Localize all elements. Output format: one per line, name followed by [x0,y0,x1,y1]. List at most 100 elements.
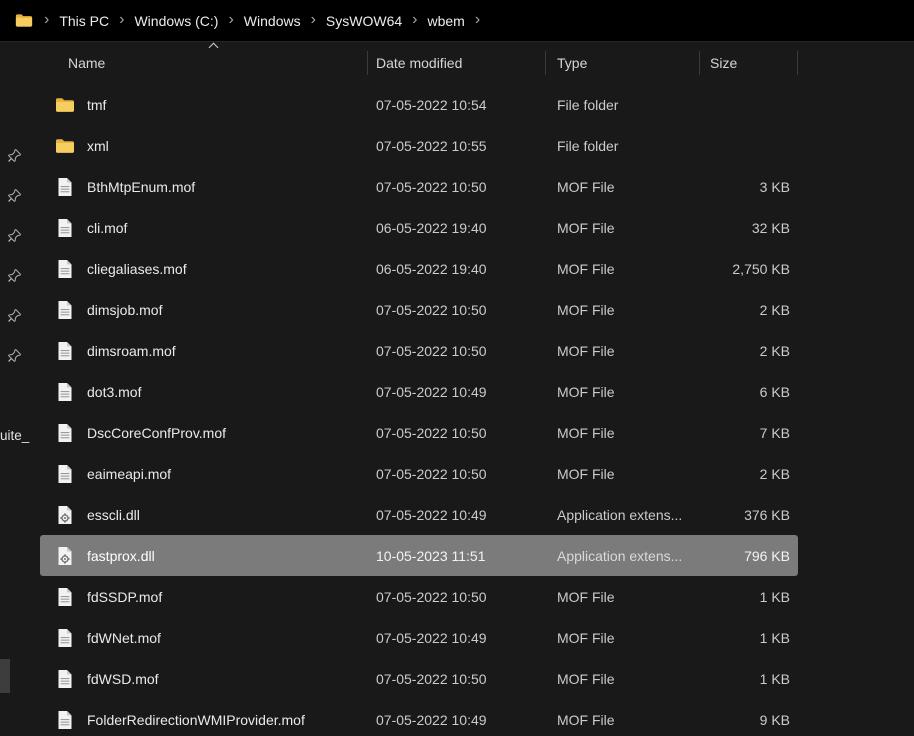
breadcrumb-bar: › This PC › Windows (C:) › Windows › SysWOW64 › w… [0,0,914,42]
file-size: 2 KB [700,330,798,371]
file-name: dimsjob.mof [87,302,162,318]
file-name: fdSSDP.mof [87,589,162,605]
mof-file-icon [55,177,75,197]
file-size: 6 KB [700,371,798,412]
sort-ascending-icon [209,43,219,53]
column-header-type[interactable]: Type [546,51,700,75]
file-size: 796 KB [700,535,798,576]
column-header-date-modified[interactable]: Date modified [368,51,546,75]
file-row[interactable]: DscCoreConfProv.mof 07-05-2022 10:50 MOF… [40,412,798,453]
file-row[interactable]: cli.mof 06-05-2022 19:40 MOF File 32 KB [40,207,798,248]
nav-selected-item-edge[interactable] [0,659,10,693]
file-row[interactable]: dot3.mof 07-05-2022 10:49 MOF File 6 KB [40,371,798,412]
file-size: 1 KB [700,576,798,617]
file-size [700,84,798,125]
chevron-right-icon[interactable]: › [44,12,49,28]
file-type: MOF File [546,330,700,371]
file-date-modified: 06-05-2022 19:40 [368,207,546,248]
breadcrumb: › This PC › Windows (C:) › Windows › SysWOW64 › w… [35,11,489,31]
breadcrumb-item[interactable]: Windows (C:) [133,11,219,31]
file-size: 2 KB [700,453,798,494]
breadcrumb-item[interactable]: SysWOW64 [325,11,403,31]
file-name: dimsroam.mof [87,343,176,359]
file-size: 3 KB [700,166,798,207]
navigation-pane-edge: uite_ [0,42,32,736]
file-size: 7 KB [700,412,798,453]
file-name: xml [87,138,109,154]
file-row[interactable]: fdWSD.mof 07-05-2022 10:50 MOF File 1 KB [40,658,798,699]
file-row[interactable]: fdWNet.mof 07-05-2022 10:49 MOF File 1 K… [40,617,798,658]
file-row[interactable]: dimsjob.mof 07-05-2022 10:50 MOF File 2 … [40,289,798,330]
column-header-type-label: Type [557,55,587,71]
mof-file-icon [55,382,75,402]
file-name: BthMtpEnum.mof [87,179,195,195]
column-header-name[interactable]: Name [40,51,368,75]
file-date-modified: 07-05-2022 10:50 [368,658,546,699]
file-row[interactable]: esscli.dll 07-05-2022 10:49 Application … [40,494,798,535]
pin-icon[interactable] [8,149,21,162]
file-row[interactable]: xml 07-05-2022 10:55 File folder [40,125,798,166]
pin-icon[interactable] [8,349,21,362]
file-type: MOF File [546,453,700,494]
file-date-modified: 10-05-2023 11:51 [368,535,546,576]
file-date-modified: 07-05-2022 10:50 [368,412,546,453]
file-date-modified: 07-05-2022 10:54 [368,84,546,125]
pin-icon[interactable] [8,269,21,282]
file-type: Application extens... [546,494,700,535]
pin-icon[interactable] [8,309,21,322]
file-type: File folder [546,84,700,125]
mof-file-icon [55,710,75,730]
mof-file-icon [55,628,75,648]
pin-icon[interactable] [8,229,21,242]
file-row[interactable]: eaimeapi.mof 07-05-2022 10:50 MOF File 2… [40,453,798,494]
pin-icon[interactable] [8,189,21,202]
file-name: cliegaliases.mof [87,261,187,277]
column-header-size[interactable]: Size [700,51,798,75]
file-date-modified: 07-05-2022 10:49 [368,699,546,736]
file-row[interactable]: tmf 07-05-2022 10:54 File folder [40,84,798,125]
mof-file-icon [55,423,75,443]
file-list: tmf 07-05-2022 10:54 File folder xml 07-… [40,84,798,736]
file-date-modified: 07-05-2022 10:50 [368,289,546,330]
mof-file-icon [55,259,75,279]
file-explorer-window: › This PC › Windows (C:) › Windows › SysWOW64 › w… [0,0,914,736]
file-row[interactable]: FolderRedirectionWMIProvider.mof 07-05-2… [40,699,798,736]
column-header-size-label: Size [710,55,737,71]
file-row[interactable]: fdSSDP.mof 07-05-2022 10:50 MOF File 1 K… [40,576,798,617]
mof-file-icon [55,300,75,320]
file-name: FolderRedirectionWMIProvider.mof [87,712,305,728]
breadcrumb-item[interactable]: This PC [58,11,110,31]
file-size: 9 KB [700,699,798,736]
column-header-name-label: Name [68,55,105,71]
folder-icon [55,136,75,156]
dll-file-icon [55,505,75,525]
file-row[interactable]: BthMtpEnum.mof 07-05-2022 10:50 MOF File… [40,166,798,207]
file-row[interactable]: dimsroam.mof 07-05-2022 10:50 MOF File 2… [40,330,798,371]
file-type: Application extens... [546,535,700,576]
folder-icon [15,13,33,28]
file-row[interactable]: cliegaliases.mof 06-05-2022 19:40 MOF Fi… [40,248,798,289]
chevron-right-icon[interactable]: › [228,12,233,28]
file-type: MOF File [546,289,700,330]
chevron-right-icon[interactable]: › [311,12,316,28]
file-date-modified: 07-05-2022 10:49 [368,371,546,412]
dll-file-icon [55,546,75,566]
file-name: esscli.dll [87,507,140,523]
mof-file-icon [55,669,75,689]
file-type: MOF File [546,576,700,617]
chevron-right-icon[interactable]: › [119,12,124,28]
file-size: 2 KB [700,289,798,330]
file-size [700,125,798,166]
breadcrumb-item[interactable]: wbem [426,11,465,31]
file-row[interactable]: fastprox.dll 10-05-2023 11:51 Applicatio… [40,535,798,576]
file-date-modified: 07-05-2022 10:49 [368,494,546,535]
file-type: MOF File [546,658,700,699]
nav-item-label-clipped[interactable]: uite_ [0,428,29,443]
file-type: MOF File [546,248,700,289]
file-size: 1 KB [700,658,798,699]
breadcrumb-item[interactable]: Windows [243,11,302,31]
chevron-right-icon[interactable]: › [412,12,417,28]
chevron-right-icon[interactable]: › [475,12,480,28]
file-name: DscCoreConfProv.mof [87,425,226,441]
file-date-modified: 07-05-2022 10:50 [368,330,546,371]
